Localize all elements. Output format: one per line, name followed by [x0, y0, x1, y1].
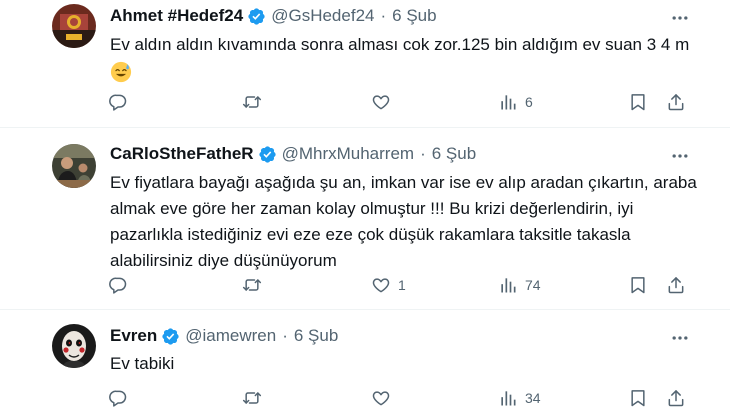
timestamp[interactable]: 6 Şub	[432, 144, 476, 164]
more-icon[interactable]	[670, 8, 690, 28]
retweet-icon	[242, 96, 262, 108]
share-icon	[668, 277, 684, 294]
tweet[interactable]: CaRloStheFatheR @MhrxMuharrem · 6 Şub Ev…	[0, 127, 730, 309]
like-count: 1	[398, 277, 406, 293]
retweet-button[interactable]	[242, 273, 269, 297]
views-button[interactable]: 74	[498, 273, 541, 297]
author-handle[interactable]: @iamewren	[185, 326, 276, 346]
bookmark-icon	[631, 94, 645, 111]
views-icon	[501, 95, 516, 110]
views-icon	[501, 391, 516, 406]
separator: ·	[420, 144, 426, 163]
views-count: 34	[525, 390, 541, 406]
share-button[interactable]	[666, 90, 686, 114]
verified-badge-icon	[258, 145, 276, 163]
share-icon	[668, 94, 684, 111]
timestamp[interactable]: 6 Şub	[392, 6, 436, 26]
like-icon	[372, 391, 390, 406]
sweat-smile-emoji	[110, 61, 132, 82]
tweet-actions: 6	[108, 90, 688, 114]
verified-badge-icon	[162, 327, 179, 345]
views-button[interactable]: 34	[498, 386, 541, 410]
reply-icon	[109, 277, 127, 294]
views-button[interactable]: 6	[498, 90, 533, 114]
like-button[interactable]: 1	[371, 273, 406, 297]
views-icon	[501, 278, 516, 293]
tweet-text: Ev tabiki	[110, 354, 175, 373]
share-button[interactable]	[666, 386, 686, 410]
tweet-text: Ev aldın aldın kıvamında sonra alması co…	[110, 32, 700, 84]
avatar[interactable]	[52, 144, 96, 188]
retweet-button[interactable]	[242, 90, 269, 114]
author-name[interactable]: Evren	[110, 326, 157, 346]
more-icon[interactable]	[670, 146, 690, 166]
separator: ·	[380, 6, 387, 25]
reply-button[interactable]	[108, 386, 135, 410]
reply-icon	[109, 390, 127, 407]
timestamp[interactable]: 6 Şub	[294, 326, 338, 346]
bookmark-button[interactable]	[628, 273, 648, 297]
like-icon	[372, 95, 390, 110]
views-count: 74	[525, 277, 541, 293]
avatar[interactable]	[52, 324, 96, 368]
reply-icon	[109, 94, 127, 111]
tweet-text-body: Ev aldın aldın kıvamında sonra alması co…	[110, 35, 690, 54]
share-button[interactable]	[666, 273, 686, 297]
separator: ·	[282, 326, 288, 345]
retweet-button[interactable]	[242, 386, 269, 410]
reply-button[interactable]	[108, 90, 135, 114]
author-handle[interactable]: @GsHedef24	[271, 6, 374, 26]
tweet[interactable]: Ahmet #Hedef24 @GsHedef24 · 6 Şub Ev ald…	[0, 0, 730, 127]
like-button[interactable]	[371, 386, 398, 410]
retweet-icon	[242, 392, 262, 404]
tweet-text: Ev fiyatlara bayağı aşağıda şu an, imkan…	[110, 173, 697, 270]
bookmark-button[interactable]	[628, 386, 648, 410]
avatar[interactable]	[52, 4, 96, 48]
views-count: 6	[525, 94, 533, 110]
author-name[interactable]: Ahmet #Hedef24	[110, 6, 243, 26]
bookmark-icon	[631, 277, 645, 294]
author-handle[interactable]: @MhrxMuharrem	[282, 144, 415, 164]
like-icon	[372, 278, 390, 293]
verified-badge-icon	[248, 7, 265, 25]
share-icon	[668, 390, 684, 407]
bookmark-icon	[631, 390, 645, 407]
retweet-icon	[242, 279, 262, 291]
bookmark-button[interactable]	[628, 90, 648, 114]
author-name[interactable]: CaRloStheFatheR	[110, 144, 254, 164]
tweet-actions: 1 74	[108, 273, 688, 297]
reply-button[interactable]	[108, 273, 135, 297]
tweet[interactable]: Evren @iamewren · 6 Şub Ev tabiki 34	[0, 309, 730, 420]
like-button[interactable]	[371, 90, 398, 114]
more-icon[interactable]	[670, 328, 690, 348]
tweet-actions: 34	[108, 386, 688, 410]
